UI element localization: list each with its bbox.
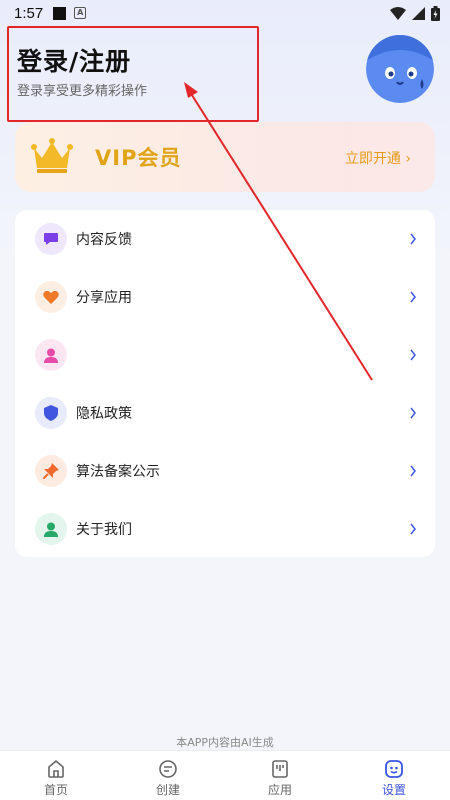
apps-icon <box>272 760 288 778</box>
notification-square-icon <box>53 6 67 20</box>
crown-icon <box>31 138 73 173</box>
menu-item-label: 内容反馈 <box>76 232 132 248</box>
user-icon <box>35 513 67 545</box>
menu-item-privacy-policy[interactable]: 隐私政策 <box>15 384 435 442</box>
wifi-icon <box>390 6 406 20</box>
heart-icon <box>35 281 67 313</box>
tab-home[interactable]: 首页 <box>0 751 112 800</box>
chevron-right-icon <box>410 233 416 245</box>
tab-settings[interactable]: 设置 <box>338 751 450 800</box>
chat-icon <box>35 223 67 255</box>
status-bar: 1:57 A <box>0 0 450 26</box>
settings-menu: 内容反馈 分享应用 隐私政策 算法备案公示 关于我们 <box>15 210 435 557</box>
menu-item-account[interactable] <box>15 326 435 384</box>
tab-label: 创建 <box>155 783 180 797</box>
create-icon <box>159 760 177 778</box>
chevron-right-icon <box>410 407 416 419</box>
chevron-right-icon <box>410 291 416 303</box>
tab-label: 设置 <box>381 783 406 797</box>
menu-item-about-us[interactable]: 关于我们 <box>15 500 435 558</box>
chevron-right-icon <box>410 523 416 535</box>
vip-label: VIP会员 <box>95 146 182 170</box>
annotation-highlight-box <box>7 26 259 122</box>
settings-icon <box>385 760 403 778</box>
pin-icon <box>35 455 67 487</box>
menu-item-algorithm-filing[interactable]: 算法备案公示 <box>15 442 435 500</box>
tab-create[interactable]: 创建 <box>112 751 224 800</box>
tab-apps[interactable]: 应用 <box>224 751 336 800</box>
shield-icon <box>35 397 67 429</box>
avatar[interactable] <box>366 35 434 103</box>
menu-item-label: 算法备案公示 <box>76 464 160 480</box>
chevron-right-icon <box>410 465 416 477</box>
menu-item-content-feedback[interactable]: 内容反馈 <box>15 210 435 268</box>
bottom-tab-bar: 首页 创建 应用 设置 <box>0 750 450 800</box>
vip-open-button[interactable]: 立即开通 › <box>345 148 411 168</box>
chevron-right-icon <box>410 349 416 361</box>
tab-label: 首页 <box>43 783 68 797</box>
menu-item-label: 分享应用 <box>76 290 132 306</box>
ai-generated-note: 本APP内容由AI生成 <box>176 736 274 749</box>
status-time: 1:57 <box>14 4 44 22</box>
signal-icon <box>412 6 425 20</box>
menu-item-label: 隐私政策 <box>76 406 132 422</box>
menu-item-label: 关于我们 <box>76 522 132 538</box>
status-icons <box>390 5 440 21</box>
tab-label: 应用 <box>267 783 292 797</box>
vip-card[interactable]: VIP会员 立即开通 › <box>15 122 435 192</box>
menu-item-share-app[interactable]: 分享应用 <box>15 268 435 326</box>
home-icon <box>48 759 64 778</box>
person-icon <box>35 339 67 371</box>
notification-a-icon: A <box>74 7 87 19</box>
battery-icon <box>431 5 440 21</box>
